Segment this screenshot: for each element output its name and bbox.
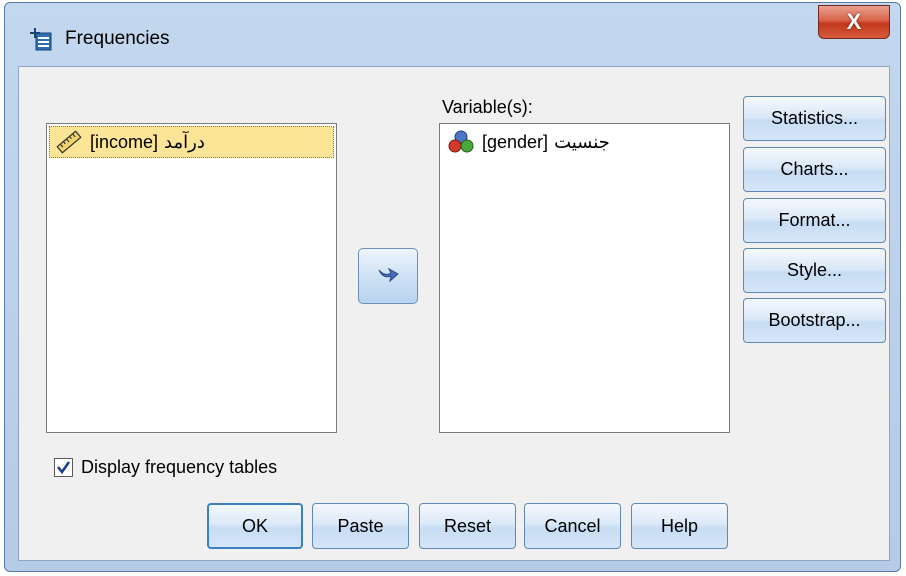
move-variable-button[interactable]	[358, 248, 418, 304]
variables-label: Variable(s):	[442, 97, 533, 117]
display-frequency-tables-checkbox[interactable]	[54, 458, 73, 477]
help-button[interactable]: Help	[631, 503, 728, 549]
cancel-button[interactable]: Cancel	[524, 503, 621, 549]
source-variable-income[interactable]: [income] درآمد	[49, 126, 334, 158]
paste-button[interactable]: Paste	[312, 503, 409, 549]
target-variable-arabic-label: جنسیت	[554, 131, 610, 152]
display-frequency-tables-option[interactable]: Display frequency tables	[54, 457, 277, 478]
ok-button[interactable]: OK	[207, 503, 303, 549]
target-variable-list[interactable]: [gender] جنسیت	[439, 123, 730, 433]
dialog-body: [income] درآمد Variable(s): [gender] جنس…	[18, 66, 890, 561]
format-button[interactable]: Format...	[743, 198, 886, 243]
close-button[interactable]: X	[818, 5, 890, 39]
frequencies-dialog: Frequencies X [income] درآمد Variable(s)…	[4, 2, 901, 572]
source-variable-list[interactable]: [income] درآمد	[46, 123, 337, 433]
ruler-scale-icon	[56, 130, 82, 154]
checkmark-icon	[56, 461, 71, 475]
statistics-button[interactable]: Statistics...	[743, 96, 886, 141]
style-button[interactable]: Style...	[743, 248, 886, 293]
window-title: Frequencies	[65, 28, 170, 49]
frequencies-app-icon	[30, 27, 52, 51]
reset-button[interactable]: Reset	[419, 503, 516, 549]
close-icon: X	[846, 9, 862, 34]
source-variable-name: [income]	[90, 131, 159, 152]
charts-button[interactable]: Charts...	[743, 147, 886, 192]
target-variable-name: [gender]	[482, 131, 549, 152]
nominal-balls-icon	[448, 130, 474, 154]
source-variable-arabic-label: درآمد	[164, 131, 205, 152]
display-frequency-tables-label: Display frequency tables	[81, 457, 278, 477]
target-variable-gender[interactable]: [gender] جنسیت	[442, 126, 727, 158]
bootstrap-button[interactable]: Bootstrap...	[743, 298, 886, 343]
title-bar[interactable]: Frequencies X	[5, 3, 900, 61]
arrow-right-icon	[377, 265, 399, 288]
